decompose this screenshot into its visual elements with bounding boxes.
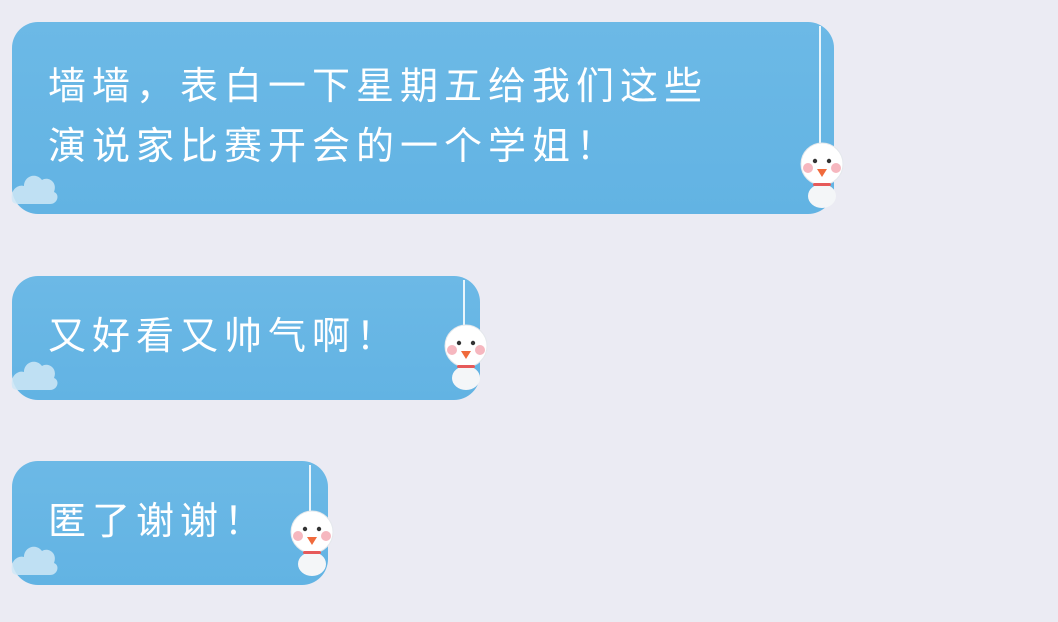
- hanging-string: [309, 465, 311, 513]
- chat-area: 墙墙，表白一下星期五给我们这些 演说家比赛开会的一个学姐！ 又好看又帅气啊！ 匿…: [0, 0, 1058, 622]
- cloud-icon: [11, 361, 58, 390]
- message-bubble[interactable]: 又好看又帅气啊！: [11, 276, 480, 400]
- message-text-line: 匿了谢谢！: [48, 499, 269, 543]
- hanging-string: [819, 26, 821, 146]
- hanging-string: [463, 280, 465, 326]
- message-text-line: 墙墙，表白一下星期五给我们这些: [48, 64, 709, 108]
- message-bubble[interactable]: 匿了谢谢！: [11, 461, 328, 585]
- message-text-line: 又好看又帅气啊！: [48, 314, 401, 358]
- cloud-icon: [11, 175, 58, 204]
- snowman-doll-icon: [444, 324, 488, 390]
- message-bubble[interactable]: 墙墙，表白一下星期五给我们这些 演说家比赛开会的一个学姐！: [11, 22, 834, 214]
- snowman-doll-icon: [800, 142, 844, 208]
- snowman-doll-icon: [290, 510, 334, 576]
- cloud-icon: [11, 546, 58, 575]
- message-text-line: 演说家比赛开会的一个学姐！: [48, 124, 621, 168]
